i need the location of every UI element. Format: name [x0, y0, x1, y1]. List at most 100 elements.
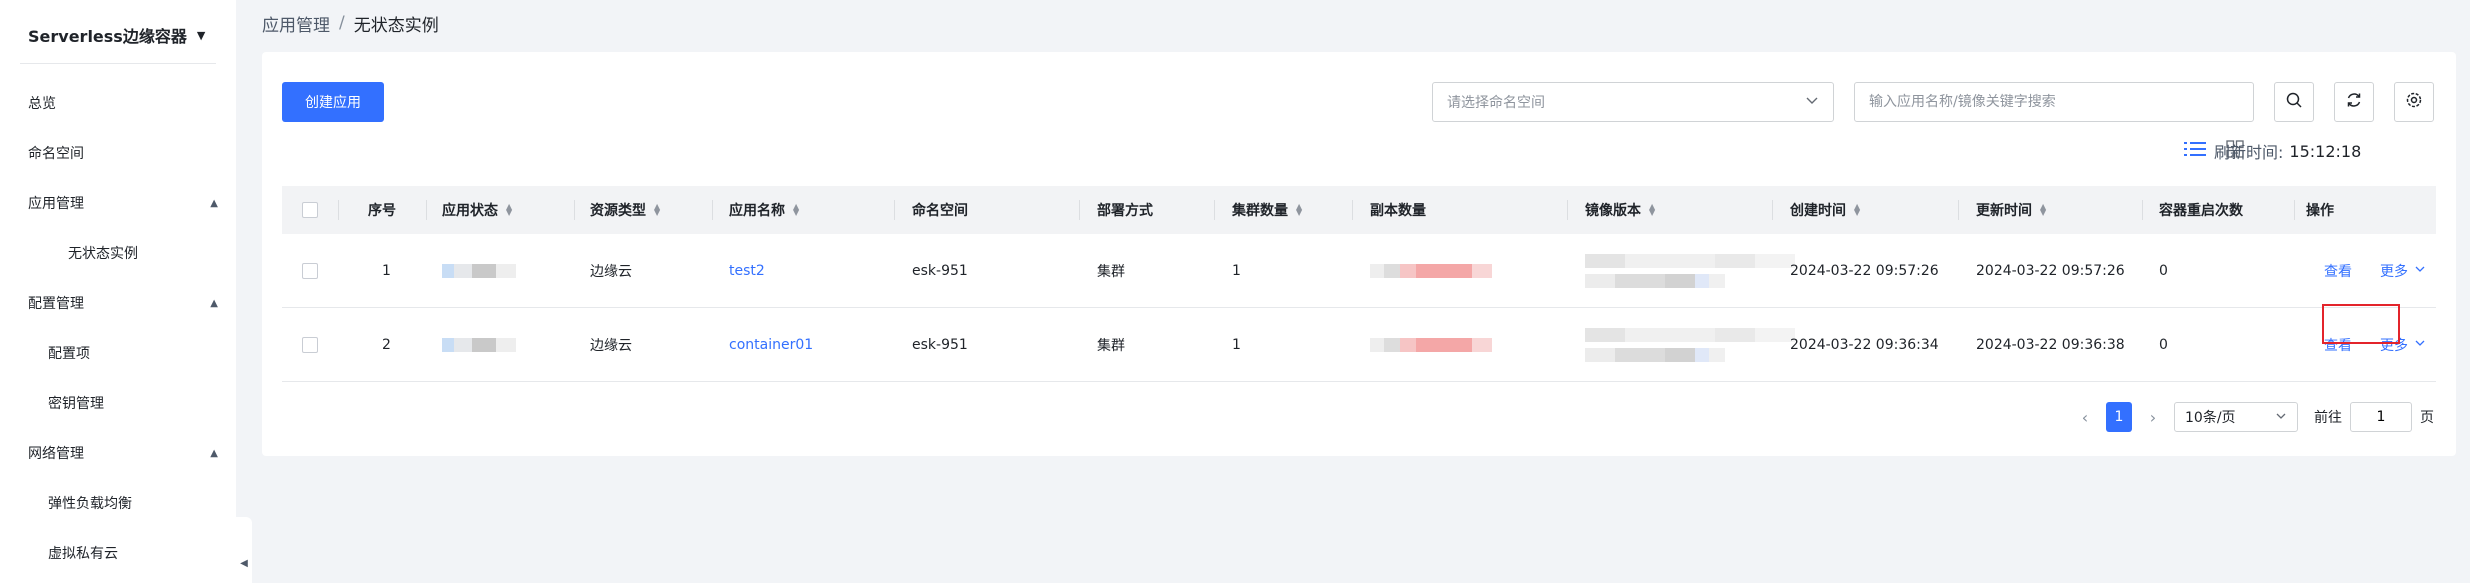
- status-redacted: [442, 308, 516, 381]
- chevron-down-icon: [2414, 263, 2426, 279]
- goto-page-input[interactable]: [2350, 402, 2412, 432]
- select-all-checkbox[interactable]: [302, 202, 318, 218]
- header-app-name[interactable]: 应用名称 ▲ ▼: [729, 186, 799, 234]
- sidebar-item-label: 总览: [28, 96, 56, 112]
- header-divider: [2142, 200, 2143, 220]
- header-divider: [1772, 200, 1773, 220]
- content-card: 创建应用 请选择命名空间 输入应用名称/镜像关键字搜索 刷新时间: 15:12:…: [262, 52, 2456, 456]
- row-index: 2: [382, 336, 391, 353]
- replicas-redacted: [1370, 234, 1492, 307]
- row-cluster-count: 1: [1232, 262, 1241, 279]
- sidebar-group-network-management[interactable]: 网络管理 ▲: [0, 435, 236, 471]
- page-size-select[interactable]: 10条/页: [2174, 402, 2298, 432]
- header-divider: [2294, 200, 2295, 220]
- sidebar-group-app-management[interactable]: 应用管理 ▲: [0, 185, 236, 221]
- sidebar-item-stateless-instances[interactable]: 无状态实例: [0, 235, 236, 271]
- header-created[interactable]: 创建时间 ▲ ▼: [1790, 186, 1860, 234]
- sort-icon: ▲ ▼: [793, 202, 800, 217]
- sort-icon: ▲ ▼: [654, 202, 661, 217]
- header-resource-type[interactable]: 资源类型 ▲ ▼: [590, 186, 660, 234]
- next-page-button[interactable]: ›: [2140, 402, 2166, 432]
- sidebar-item-secrets[interactable]: 密钥管理: [0, 385, 236, 421]
- instances-table: 序号 应用状态 ▲ ▼ 资源类型 ▲ ▼ 应用名称 ▲ ▼ 命名空间 部署方式 集群数量 ▲ ▼…: [282, 186, 2436, 382]
- sort-icon: ▲ ▼: [506, 202, 513, 217]
- row-updated: 2024-03-22 09:36:38: [1976, 336, 2125, 353]
- app-name-link[interactable]: test2: [729, 263, 765, 279]
- goto-suffix: 页: [2420, 410, 2434, 426]
- header-image[interactable]: 镜像版本 ▲ ▼: [1585, 186, 1655, 234]
- sidebar-item-namespace[interactable]: 命名空间: [0, 135, 236, 171]
- gear-icon: [2405, 91, 2423, 113]
- search-input[interactable]: [1854, 82, 2254, 122]
- header-divider: [574, 200, 575, 220]
- settings-button[interactable]: [2394, 82, 2434, 122]
- row-restarts: 0: [2159, 336, 2168, 353]
- sidebar-divider: [20, 63, 216, 64]
- row-restarts: 0: [2159, 262, 2168, 279]
- row-deploy: 集群: [1097, 337, 1125, 354]
- refresh-time-label: 刷新时间:: [2214, 143, 2284, 162]
- sidebar-item-config-items[interactable]: 配置项: [0, 335, 236, 371]
- sidebar-item-vpc[interactable]: 虚拟私有云: [0, 535, 236, 571]
- image-redacted: [1585, 234, 1795, 307]
- header-status[interactable]: 应用状态 ▲ ▼: [442, 186, 512, 234]
- namespace-select[interactable]: 请选择命名空间: [1432, 82, 1834, 122]
- breadcrumb-separator: /: [339, 13, 345, 33]
- row-resource-type: 边缘云: [590, 337, 632, 354]
- app-name-link[interactable]: container01: [729, 337, 813, 353]
- row-deploy: 集群: [1097, 263, 1125, 280]
- sidebar-item-elb[interactable]: 弹性负载均衡: [0, 485, 236, 521]
- header-restarts: 容器重启次数: [2159, 203, 2243, 219]
- header-divider: [1958, 200, 1959, 220]
- refresh-icon: [2345, 91, 2363, 113]
- header-divider: [1079, 200, 1080, 220]
- prev-page-button[interactable]: ‹: [2072, 402, 2098, 432]
- sort-icon: ▲ ▼: [1854, 202, 1861, 217]
- namespace-select-placeholder: 请选择命名空间: [1447, 95, 1545, 111]
- sidebar-group-config-management[interactable]: 配置管理 ▲: [0, 285, 236, 321]
- table-header: 序号 应用状态 ▲ ▼ 资源类型 ▲ ▼ 应用名称 ▲ ▼ 命名空间 部署方式 集群数量 ▲ ▼…: [282, 186, 2436, 234]
- replicas-redacted: [1370, 308, 1492, 381]
- header-divider: [338, 200, 339, 220]
- row-checkbox[interactable]: [302, 336, 318, 353]
- caret-up-icon: ▲: [210, 447, 218, 459]
- breadcrumb-current: 无状态实例: [353, 15, 439, 36]
- sidebar-item-label: 密钥管理: [48, 396, 104, 412]
- table-row: 2 边缘云 container01 esk-951 集群 1 2024-03-2…: [282, 308, 2436, 382]
- sidebar-item-label: 虚拟私有云: [48, 546, 118, 562]
- row-created: 2024-03-22 09:36:34: [1790, 336, 1939, 353]
- highlight-box: [2322, 304, 2400, 344]
- sort-icon: ▲ ▼: [1296, 202, 1303, 217]
- breadcrumb: 应用管理 / 无状态实例: [262, 10, 439, 36]
- row-checkbox[interactable]: [302, 262, 318, 279]
- refresh-time: 刷新时间: 15:12:18: [2214, 138, 2361, 164]
- header-deploy: 部署方式: [1097, 203, 1153, 219]
- create-app-button[interactable]: 创建应用: [282, 82, 384, 122]
- header-updated[interactable]: 更新时间 ▲ ▼: [1976, 186, 2046, 234]
- row-namespace: esk-951: [912, 262, 968, 279]
- header-divider: [894, 200, 895, 220]
- sidebar-collapse-button[interactable]: ◀: [236, 517, 252, 583]
- sidebar-item-overview[interactable]: 总览: [0, 85, 236, 121]
- sidebar-item-label: 命名空间: [28, 146, 84, 162]
- header-cluster-count[interactable]: 集群数量 ▲ ▼: [1232, 186, 1302, 234]
- sidebar-item-label: 配置项: [48, 346, 90, 362]
- list-view-button[interactable]: [2182, 138, 2208, 164]
- breadcrumb-parent[interactable]: 应用管理: [262, 11, 330, 36]
- header-divider: [1214, 200, 1215, 220]
- more-dropdown[interactable]: 更多: [2380, 234, 2426, 307]
- caret-down-icon: ▼: [196, 28, 206, 42]
- sort-icon: ▲ ▼: [1649, 202, 1656, 217]
- sort-icon: ▲ ▼: [2040, 202, 2047, 217]
- search-button[interactable]: [2274, 82, 2314, 122]
- sidebar: Serverless边缘容器 ▼ 总览 命名空间 应用管理 ▲ 无状态实例 配置…: [0, 0, 236, 583]
- page-size-value: 10条/页: [2185, 410, 2236, 426]
- sidebar-item-label: 配置管理: [28, 296, 84, 312]
- view-button[interactable]: 查看: [2324, 261, 2352, 281]
- table-row: 1 边缘云 test2 esk-951 集群 1 2024-03-22 09:5…: [282, 234, 2436, 308]
- page-number[interactable]: 1: [2106, 402, 2132, 432]
- refresh-button[interactable]: [2334, 82, 2374, 122]
- product-switcher[interactable]: Serverless边缘容器 ▼: [28, 18, 228, 52]
- header-divider: [1352, 200, 1353, 220]
- sidebar-item-label: 无状态实例: [68, 246, 138, 262]
